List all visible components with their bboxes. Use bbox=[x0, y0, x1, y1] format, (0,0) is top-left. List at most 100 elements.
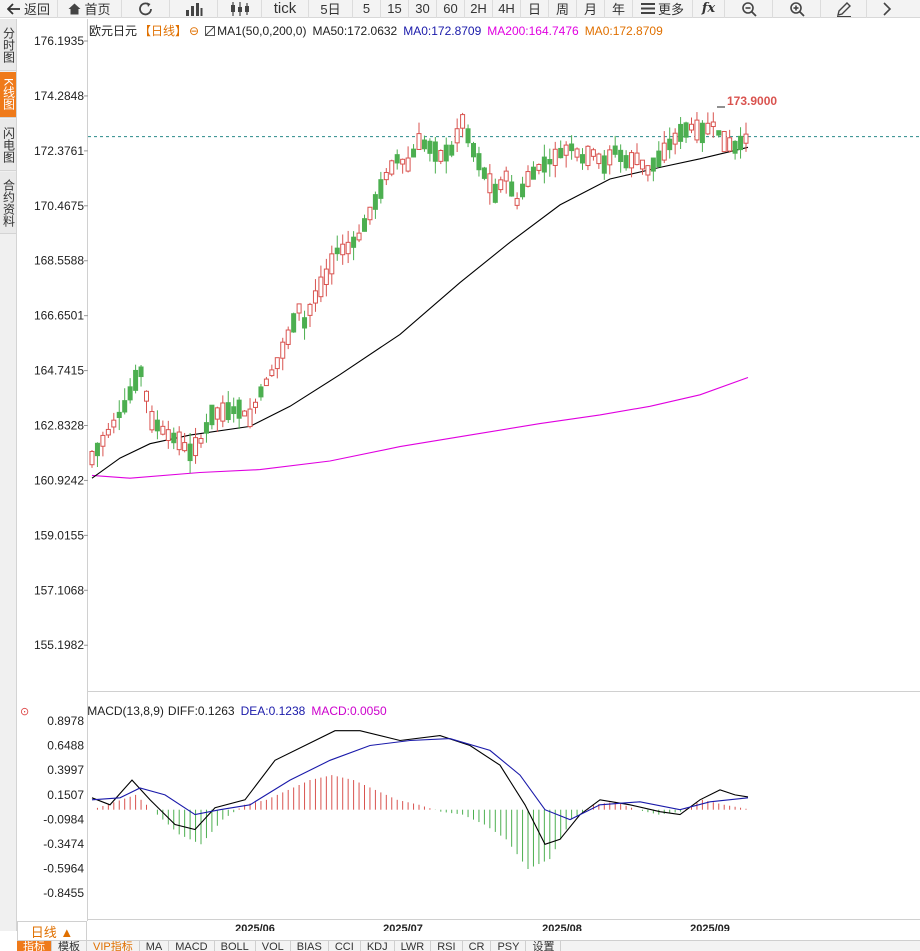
tab-settings[interactable]: 设置 bbox=[526, 941, 562, 951]
tab-vip-indicator[interactable]: VIP指标 bbox=[87, 941, 140, 951]
kline-chart[interactable]: 176.1935 174.2848 172.3761 170.4675 168.5588… bbox=[0, 19, 920, 931]
more-button[interactable]: 更多 bbox=[633, 0, 693, 18]
tick-button[interactable]: tick bbox=[262, 0, 309, 18]
candle-up bbox=[100, 434, 106, 447]
settings-circle-icon[interactable]: ⊖ bbox=[189, 24, 199, 38]
tab-vol[interactable]: VOL bbox=[256, 941, 291, 951]
period-15-button[interactable]: 15 bbox=[381, 0, 409, 18]
candle-up bbox=[487, 173, 493, 194]
candle-up bbox=[743, 133, 749, 144]
candle-up bbox=[629, 152, 635, 169]
period-30-label: 30 bbox=[415, 1, 430, 16]
formula-button[interactable]: fx bbox=[693, 0, 725, 18]
macd-settings-icon[interactable]: ⊙ bbox=[20, 705, 29, 718]
price-tick-label: 160.9242 bbox=[34, 473, 84, 487]
candle-up bbox=[318, 276, 324, 298]
tab-cci[interactable]: CCI bbox=[329, 941, 361, 951]
candle-down bbox=[492, 183, 498, 203]
candle-down bbox=[372, 194, 378, 210]
candle-up bbox=[149, 411, 155, 431]
period-5d-label: 5日 bbox=[320, 2, 341, 17]
zoom-in-button[interactable] bbox=[773, 0, 821, 18]
period-week-button[interactable]: 周 bbox=[549, 0, 577, 18]
candle-up bbox=[596, 153, 602, 165]
legend-ma0-b: MA0:172.8709 bbox=[584, 23, 663, 38]
home-button[interactable]: 首页 bbox=[58, 0, 122, 18]
candle-down bbox=[421, 139, 427, 150]
function-icon: fx bbox=[701, 1, 716, 16]
candle-up bbox=[460, 114, 466, 129]
home-icon bbox=[68, 3, 81, 14]
candle-down bbox=[334, 247, 340, 255]
period-30-button[interactable]: 30 bbox=[409, 0, 437, 18]
tab-kdj[interactable]: KDJ bbox=[361, 941, 395, 951]
candle-up bbox=[323, 268, 329, 286]
tick-label: tick bbox=[273, 0, 297, 17]
candle-up bbox=[160, 425, 166, 435]
chart-area[interactable]: 176.1935 174.2848 172.3761 170.4675 168.5588… bbox=[0, 19, 920, 931]
period-2h-button[interactable]: 2H bbox=[465, 0, 493, 18]
candle-down bbox=[449, 144, 455, 156]
candle-up bbox=[552, 148, 558, 166]
tab-template[interactable]: 模板 bbox=[52, 941, 87, 951]
candle-up bbox=[383, 172, 389, 181]
macd-tick-label: -0.0984 bbox=[43, 812, 84, 826]
candle-up bbox=[498, 179, 504, 191]
extra-tool-button[interactable] bbox=[867, 0, 907, 18]
candle-down bbox=[138, 366, 144, 378]
zoom-out-button[interactable] bbox=[725, 0, 773, 18]
legend-ma0-a: MA0:172.8709 bbox=[403, 23, 482, 38]
candle-up bbox=[182, 442, 188, 452]
period-5d-button[interactable]: 5日 bbox=[309, 0, 353, 18]
tab-rsi[interactable]: RSI bbox=[431, 941, 463, 951]
candle-up bbox=[400, 158, 406, 165]
period-60-button[interactable]: 60 bbox=[437, 0, 465, 18]
candle-up bbox=[689, 123, 694, 131]
candle-up bbox=[438, 150, 444, 162]
back-button[interactable]: 返回 bbox=[0, 0, 58, 18]
price-tick-label: 164.7415 bbox=[34, 364, 84, 378]
tab-bias[interactable]: BIAS bbox=[291, 941, 329, 951]
tab-indicator[interactable]: 指标 bbox=[17, 941, 52, 951]
price-axis: 176.1935 174.2848 172.3761 170.4675 168.5588… bbox=[34, 34, 88, 652]
period-year-button[interactable]: 年 bbox=[605, 0, 633, 18]
candle-down bbox=[716, 130, 722, 136]
period-4h-button[interactable]: 4H bbox=[493, 0, 521, 18]
chevron-right-icon bbox=[883, 1, 892, 16]
candle-up bbox=[574, 148, 580, 158]
period-4h-label: 4H bbox=[498, 1, 515, 16]
candlestick-button[interactable] bbox=[218, 0, 262, 18]
tab-cr[interactable]: CR bbox=[463, 941, 492, 951]
macd-axis: 0.89780.64880.39970.1507-0.0984-0.3474-0… bbox=[43, 714, 84, 900]
candle-up bbox=[454, 128, 460, 144]
period-month-label: 月 bbox=[583, 2, 597, 17]
candle-down bbox=[203, 422, 209, 434]
candle-down bbox=[558, 147, 564, 159]
period-week-label: 周 bbox=[555, 2, 569, 17]
menu-icon bbox=[640, 3, 655, 14]
macd-tick-label: 0.3997 bbox=[47, 763, 84, 777]
indicator-tabs: 指标 模板 VIP指标 MA MACD BOLL VOL BIAS CCI KD… bbox=[17, 940, 920, 951]
tab-boll[interactable]: BOLL bbox=[215, 941, 256, 951]
tab-macd[interactable]: MACD bbox=[169, 941, 215, 951]
period-select[interactable]: 日线 ▲ bbox=[17, 921, 87, 940]
high-marker: 173.9000 bbox=[717, 94, 777, 108]
period-day-button[interactable]: 日 bbox=[521, 0, 549, 18]
period-month-button[interactable]: 月 bbox=[577, 0, 605, 18]
candle-up bbox=[645, 165, 651, 176]
candle-up bbox=[694, 119, 700, 141]
candle-down bbox=[520, 183, 526, 198]
refresh-button[interactable] bbox=[122, 0, 170, 18]
candle-up bbox=[198, 437, 204, 444]
candle-up bbox=[389, 160, 395, 175]
candle-down bbox=[362, 218, 367, 232]
tab-lwr[interactable]: LWR bbox=[395, 941, 432, 951]
candle-up bbox=[253, 401, 258, 408]
tab-ma[interactable]: MA bbox=[140, 941, 170, 951]
bar-chart-button[interactable] bbox=[170, 0, 218, 18]
tab-psy[interactable]: PSY bbox=[491, 941, 527, 951]
period-2h-label: 2H bbox=[470, 1, 487, 16]
draw-tool-button[interactable] bbox=[821, 0, 867, 18]
period-5-button[interactable]: 5 bbox=[353, 0, 381, 18]
pencil-icon bbox=[836, 1, 851, 17]
